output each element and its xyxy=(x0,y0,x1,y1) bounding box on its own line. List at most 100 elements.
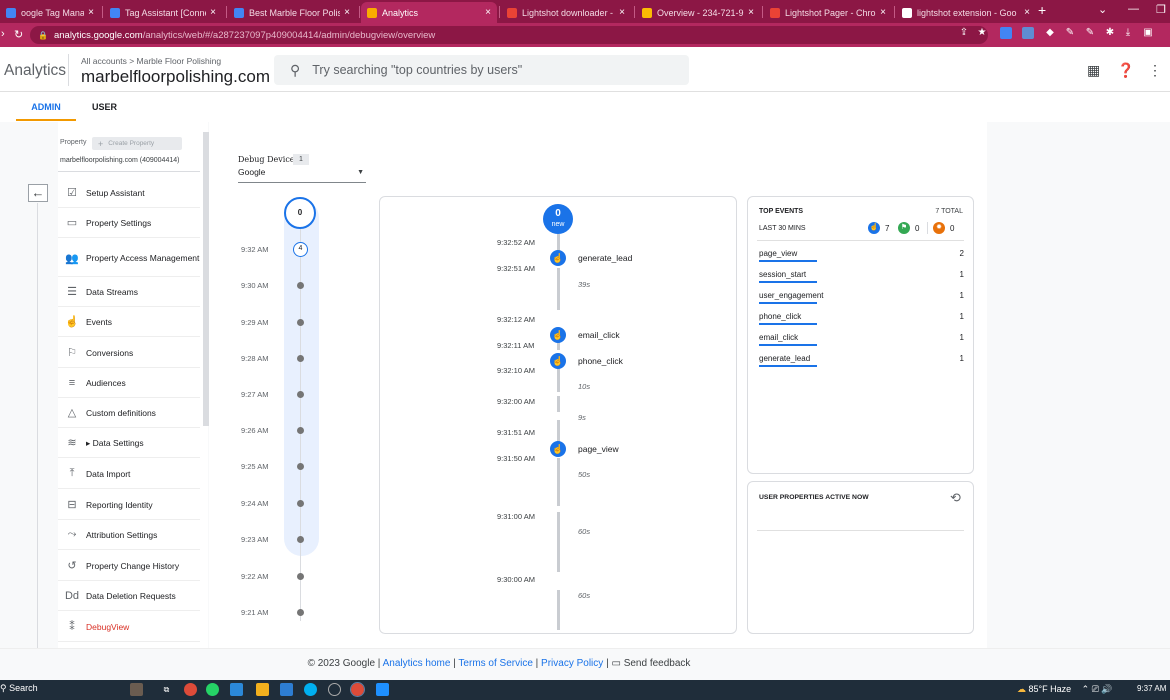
puzzle-icon[interactable]: ✱ xyxy=(1104,27,1116,39)
minute-dot[interactable] xyxy=(297,427,304,434)
minute-dot[interactable] xyxy=(297,319,304,326)
share-icon[interactable]: ⇪ xyxy=(958,27,970,39)
more-vert-icon[interactable]: ⋮ xyxy=(1148,62,1162,79)
stream-event[interactable]: generate_lead xyxy=(578,253,632,263)
browser-tab[interactable]: Tag Assistant [Connected] × xyxy=(104,2,222,23)
privacy-link[interactable]: Privacy Policy xyxy=(541,658,603,669)
top-event-row[interactable]: phone_click 1 xyxy=(759,308,964,329)
sidebar-item[interactable]: ☰ Data Streams xyxy=(58,277,200,307)
close-tab-icon[interactable]: × xyxy=(880,7,886,18)
minute-dot[interactable] xyxy=(297,500,304,507)
browser-tab[interactable]: Best Marble Floor Polishin× xyxy=(228,2,356,23)
sidebar-item[interactable]: ≋ ▸ Data Settings xyxy=(58,428,200,458)
browser-tab[interactable]: Lightshot Pager - Chrome × xyxy=(764,2,892,23)
minute-dot[interactable] xyxy=(297,609,304,616)
search-input[interactable]: ⚲ Try searching "top countries by users" xyxy=(274,55,689,85)
browser-tab[interactable]: oogle Tag Manager× xyxy=(0,2,100,23)
sidebar-item[interactable]: ▭ Property Settings xyxy=(58,208,200,238)
minute-event-badge[interactable]: 4 xyxy=(293,242,308,257)
minute-dot[interactable] xyxy=(297,463,304,470)
new-events-indicator[interactable]: 0 new xyxy=(543,204,573,234)
top-event-row[interactable]: user_engagement 1 xyxy=(759,287,964,308)
tab-admin[interactable]: ADMIN xyxy=(16,102,76,112)
app-icon[interactable] xyxy=(328,683,341,696)
minute-dot[interactable] xyxy=(297,282,304,289)
weather-widget[interactable]: ☁ 85°F Haze ⌃ ⎚ 🔊 xyxy=(1017,684,1113,695)
download-icon[interactable]: ⤓ xyxy=(1122,27,1134,39)
close-tab-icon[interactable]: × xyxy=(1024,7,1030,18)
sidebar-item[interactable]: 👥 Property Access Management xyxy=(58,240,200,277)
browser-tab[interactable]: Lightshot downloader - C × xyxy=(501,2,631,23)
sidebar-item[interactable]: ☝ Events xyxy=(58,307,200,337)
tab-user[interactable]: USER xyxy=(92,102,117,112)
sidebar-item[interactable]: ☑ Setup Assistant xyxy=(58,178,200,208)
close-tab-icon[interactable]: × xyxy=(88,7,94,18)
sidebar-item[interactable]: ↺ Property Change History xyxy=(58,551,200,581)
close-tab-icon[interactable]: × xyxy=(619,7,625,18)
top-event-row[interactable]: email_click 1 xyxy=(759,329,964,350)
event-touch-icon[interactable]: ☝ xyxy=(550,327,566,343)
minute-dot[interactable] xyxy=(297,391,304,398)
sidebar-item[interactable]: ⤒ Data Import xyxy=(58,459,200,489)
reload-icon[interactable]: ↻ xyxy=(14,28,23,41)
breadcrumb[interactable]: All accounts > Marble Floor Polishing xyxy=(81,56,221,66)
debug-device-select[interactable]: Google ▼ xyxy=(238,167,366,183)
close-tab-icon[interactable]: × xyxy=(210,7,216,18)
pen-icon[interactable]: ✎ xyxy=(1084,27,1096,39)
stream-event[interactable]: phone_click xyxy=(578,356,623,366)
app-icon[interactable] xyxy=(280,683,293,696)
browser-tab[interactable]: Analytics × xyxy=(361,2,497,23)
sidebar-item[interactable]: ≡ Audiences xyxy=(58,368,200,398)
send-feedback-link[interactable]: Send feedback xyxy=(624,658,691,669)
extension-icon[interactable] xyxy=(1000,27,1012,39)
sidebar-item[interactable]: ⁑ DebugView xyxy=(58,612,200,642)
store-icon[interactable] xyxy=(230,683,243,696)
close-tab-icon[interactable]: × xyxy=(748,7,754,18)
back-nav-icon[interactable]: › xyxy=(1,28,5,40)
chrome-active-icon[interactable] xyxy=(350,682,365,697)
address-bar[interactable]: 🔒 analytics.google.com/analytics/web/#/a… xyxy=(30,26,988,44)
browser-tab[interactable]: lightshot extension - Goo × xyxy=(896,2,1036,23)
restore-icon[interactable]: ❐ xyxy=(1156,3,1166,16)
minute-dot[interactable] xyxy=(297,355,304,362)
sidepanel-icon[interactable]: ▣ xyxy=(1142,27,1154,39)
whatsapp-icon[interactable] xyxy=(206,683,219,696)
back-arrow-icon[interactable]: ← xyxy=(28,184,48,202)
property-selector[interactable]: marbelfloorpolishing.com ▾ xyxy=(81,67,280,87)
sidebar-item[interactable]: Dd Data Deletion Requests xyxy=(58,581,200,611)
skype-icon[interactable] xyxy=(304,683,317,696)
stream-event[interactable]: page_view xyxy=(578,444,619,454)
browser-tab[interactable]: Overview - 234-721-9737 × xyxy=(636,2,760,23)
help-icon[interactable]: ❓ xyxy=(1117,62,1134,79)
event-touch-icon[interactable]: ☝ xyxy=(550,353,566,369)
top-event-row[interactable]: generate_lead 1 xyxy=(759,350,964,371)
bookmark-star-icon[interactable]: ★ xyxy=(976,27,988,39)
sidebar-item[interactable]: ⊟ Reporting Identity xyxy=(58,490,200,520)
close-tab-icon[interactable]: × xyxy=(485,7,491,18)
sidebar-item[interactable]: △ Custom definitions xyxy=(58,398,200,428)
task-view-icon[interactable]: ⧉ xyxy=(160,683,173,696)
minute-dot[interactable] xyxy=(297,536,304,543)
pen-icon[interactable]: ✎ xyxy=(1064,27,1076,39)
tab-search-icon[interactable]: ⌄ xyxy=(1098,3,1107,16)
sidebar-item[interactable]: ⚐ Conversions xyxy=(58,338,200,368)
tray-icons[interactable]: ⌃ ⎚ 🔊 xyxy=(1082,684,1113,694)
terms-link[interactable]: Terms of Service xyxy=(458,658,532,669)
minimize-icon[interactable]: — xyxy=(1128,3,1139,15)
minutes-top-count[interactable]: 0 xyxy=(284,197,316,229)
chrome-icon[interactable] xyxy=(184,683,197,696)
taskbar-search[interactable]: ⚲ Search xyxy=(0,683,38,694)
history-icon[interactable]: ⟲ xyxy=(950,490,961,506)
folder-icon[interactable] xyxy=(256,683,269,696)
create-property-button[interactable]: + Create Property xyxy=(92,137,182,150)
event-touch-icon[interactable]: ☝ xyxy=(550,441,566,457)
top-event-row[interactable]: page_view 2 xyxy=(759,245,964,266)
event-touch-icon[interactable]: ☝ xyxy=(550,250,566,266)
minute-dot[interactable] xyxy=(297,573,304,580)
analytics-home-link[interactable]: Analytics home xyxy=(383,658,451,669)
new-tab-button[interactable]: + xyxy=(1038,2,1046,18)
extension-icon[interactable]: ◆ xyxy=(1044,27,1056,39)
close-tab-icon[interactable]: × xyxy=(344,7,350,18)
app-icon[interactable] xyxy=(376,683,389,696)
stream-event[interactable]: email_click xyxy=(578,330,620,340)
